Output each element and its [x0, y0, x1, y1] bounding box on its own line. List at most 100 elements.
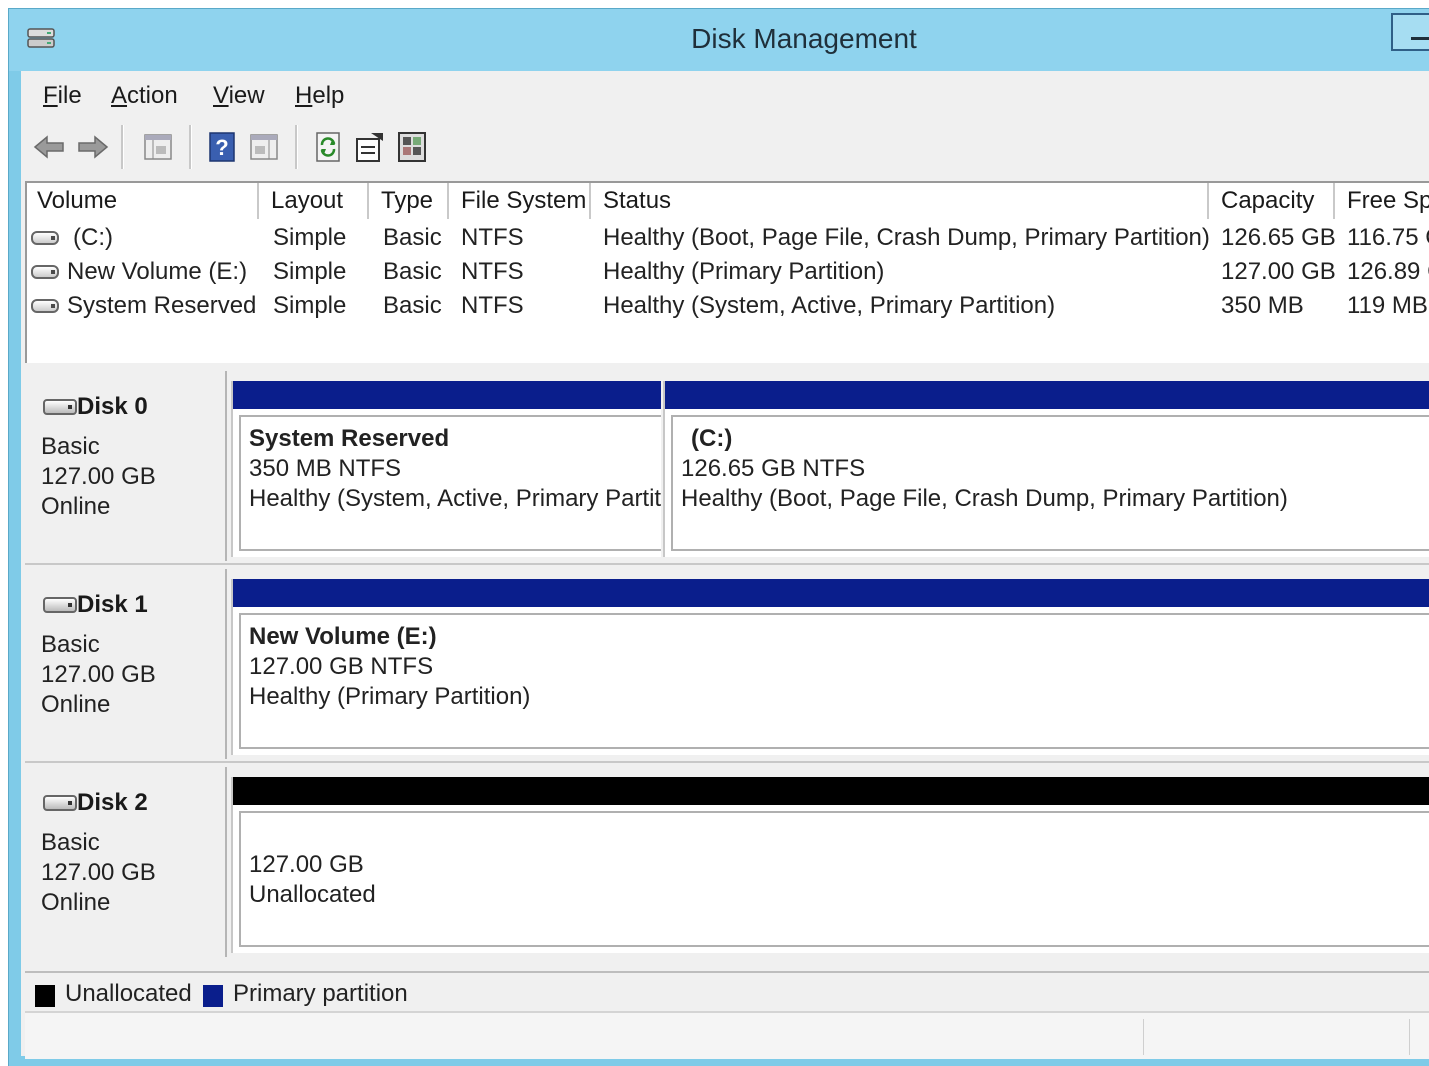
- drive-icon: [31, 299, 59, 313]
- toolbar-separator: [189, 125, 192, 169]
- disk-status: Online: [41, 493, 111, 520]
- partition-status: Healthy (Primary Partition): [249, 683, 531, 710]
- disk-info[interactable]: Disk 0 Basic 127.00 GB Online: [25, 371, 227, 561]
- volume-type: Basic: [383, 224, 442, 251]
- partition-box: New Volume (E:) 127.00 GB NTFS Healthy (…: [239, 613, 1429, 749]
- column-header-type[interactable]: Type: [371, 183, 449, 219]
- rescan-disks-icon[interactable]: [393, 127, 431, 167]
- partition-unallocated[interactable]: 127.00 GB Unallocated: [231, 777, 1429, 953]
- disk-name: Disk 2: [77, 789, 148, 816]
- volume-type: Basic: [383, 292, 442, 319]
- menu-action[interactable]: Action: [111, 82, 178, 110]
- volume-list: Volume Layout Type File System Status Ca…: [25, 181, 1429, 363]
- disk-row-1: Disk 1 Basic 127.00 GB Online New Volume…: [25, 565, 1429, 763]
- volume-layout: Simple: [273, 224, 347, 251]
- window-title: Disk Management: [691, 23, 917, 54]
- partition-status: Healthy (System, Active, Primary Partit: [249, 485, 661, 512]
- partition-color-bar: [233, 381, 661, 409]
- disk-type: Basic: [41, 433, 100, 460]
- volume-name: New Volume (E:): [67, 258, 248, 285]
- partition-box: 127.00 GB Unallocated: [239, 811, 1429, 947]
- column-header-file-system[interactable]: File System: [451, 183, 591, 219]
- partition-status: Unallocated: [249, 881, 376, 908]
- drive-icon: [31, 231, 59, 245]
- drive-icon: [31, 265, 59, 279]
- toolbar-separator: [121, 125, 124, 169]
- volume-row[interactable]: New Volume (E:) Simple Basic NTFS Health…: [27, 255, 1429, 289]
- disk-management-window: Disk Management File Action View Help ? …: [8, 8, 1429, 1066]
- menu-bar: File Action View Help: [21, 71, 1429, 119]
- menu-file[interactable]: File: [43, 82, 82, 110]
- legend: Unallocated Primary partition: [25, 971, 1429, 1009]
- partition-size: 350 MB NTFS: [249, 455, 402, 482]
- volume-status: Healthy (Primary Partition): [603, 258, 885, 285]
- client-area: File Action View Help ? Volume Layout Ty…: [21, 71, 1429, 1059]
- disk-size: 127.00 GB: [41, 661, 156, 688]
- partition-status: Healthy (Boot, Page File, Crash Dump, Pr…: [681, 485, 1288, 512]
- toolbar-separator: [295, 125, 298, 169]
- disk-map: Disk 0 Basic 127.00 GB Online System Res…: [25, 367, 1429, 971]
- volume-file-system: NTFS: [461, 224, 524, 251]
- partition-title: New Volume (E:): [249, 623, 437, 650]
- disk-type: Basic: [41, 829, 100, 856]
- disk-size: 127.00 GB: [41, 463, 156, 490]
- show-hide-action-pane-icon[interactable]: [245, 127, 283, 167]
- partition-box: (C:) 126.65 GB NTFS Healthy (Boot, Page …: [671, 415, 1429, 551]
- volume-capacity: 126.65 GB: [1221, 224, 1336, 251]
- forward-arrow-icon[interactable]: [73, 127, 111, 167]
- volume-free-space: 126.89 G: [1347, 258, 1429, 285]
- status-bar: [25, 1011, 1429, 1059]
- menu-help[interactable]: Help: [295, 82, 344, 110]
- disk-icon: [43, 795, 77, 811]
- column-header-status[interactable]: Status: [593, 183, 1209, 219]
- refresh-icon[interactable]: [309, 127, 347, 167]
- column-header-volume[interactable]: Volume: [27, 183, 259, 219]
- volume-row[interactable]: (C:) Simple Basic NTFS Healthy (Boot, Pa…: [27, 221, 1429, 255]
- disk-name: Disk 1: [77, 591, 148, 618]
- volume-type: Basic: [383, 258, 442, 285]
- title-bar[interactable]: Disk Management: [9, 9, 1429, 71]
- partition-c[interactable]: (C:) 126.65 GB NTFS Healthy (Boot, Page …: [663, 381, 1429, 557]
- legend-label-primary: Primary partition: [233, 980, 408, 1007]
- partition-title: (C:): [691, 425, 733, 452]
- volume-file-system: NTFS: [461, 258, 524, 285]
- volume-name: System Reserved: [67, 292, 257, 319]
- partition-size: 127.00 GB NTFS: [249, 653, 434, 680]
- minimize-button[interactable]: [1391, 13, 1429, 51]
- volume-free-space: 116.75 G: [1347, 224, 1429, 251]
- legend-label-unallocated: Unallocated: [65, 980, 192, 1007]
- toolbar: ?: [21, 119, 1429, 177]
- disk-info[interactable]: Disk 2 Basic 127.00 GB Online: [25, 767, 227, 957]
- volume-status: Healthy (Boot, Page File, Crash Dump, Pr…: [603, 224, 1210, 251]
- volume-row[interactable]: System Reserved Simple Basic NTFS Health…: [27, 289, 1429, 323]
- partition-size: 126.65 GB NTFS: [681, 455, 866, 482]
- minimize-icon: [1411, 37, 1429, 40]
- status-pane: [25, 1019, 1144, 1055]
- show-hide-console-tree-icon[interactable]: [139, 127, 177, 167]
- disk-type: Basic: [41, 631, 100, 658]
- disk-size: 127.00 GB: [41, 859, 156, 886]
- volume-status: Healthy (System, Active, Primary Partiti…: [603, 292, 1056, 319]
- partition-system-reserved[interactable]: System Reserved 350 MB NTFS Healthy (Sys…: [231, 381, 661, 557]
- volume-capacity: 127.00 GB: [1221, 258, 1336, 285]
- menu-view[interactable]: View: [213, 82, 265, 110]
- column-header-capacity[interactable]: Capacity: [1211, 183, 1335, 219]
- disk-info[interactable]: Disk 1 Basic 127.00 GB Online: [25, 569, 227, 759]
- partition-size: 127.00 GB: [249, 851, 364, 878]
- disk-row-0: Disk 0 Basic 127.00 GB Online System Res…: [25, 367, 1429, 565]
- disk-row-2: Disk 2 Basic 127.00 GB Online 127.00 GB …: [25, 763, 1429, 961]
- partition-new-volume-e[interactable]: New Volume (E:) 127.00 GB NTFS Healthy (…: [231, 579, 1429, 755]
- properties-icon[interactable]: [351, 127, 389, 167]
- help-icon[interactable]: ?: [203, 127, 241, 167]
- back-arrow-icon[interactable]: [31, 127, 69, 167]
- partition-color-bar: [665, 381, 1429, 409]
- partition-title: System Reserved: [249, 425, 450, 452]
- disk-status: Online: [41, 691, 111, 718]
- column-header-free-space[interactable]: Free Spa: [1337, 183, 1429, 219]
- disk-status: Online: [41, 889, 111, 916]
- volume-layout: Simple: [273, 258, 347, 285]
- volume-name: (C:): [73, 224, 113, 251]
- column-header-layout[interactable]: Layout: [261, 183, 369, 219]
- svg-text:?: ?: [215, 135, 228, 160]
- legend-swatch-primary: [203, 985, 223, 1007]
